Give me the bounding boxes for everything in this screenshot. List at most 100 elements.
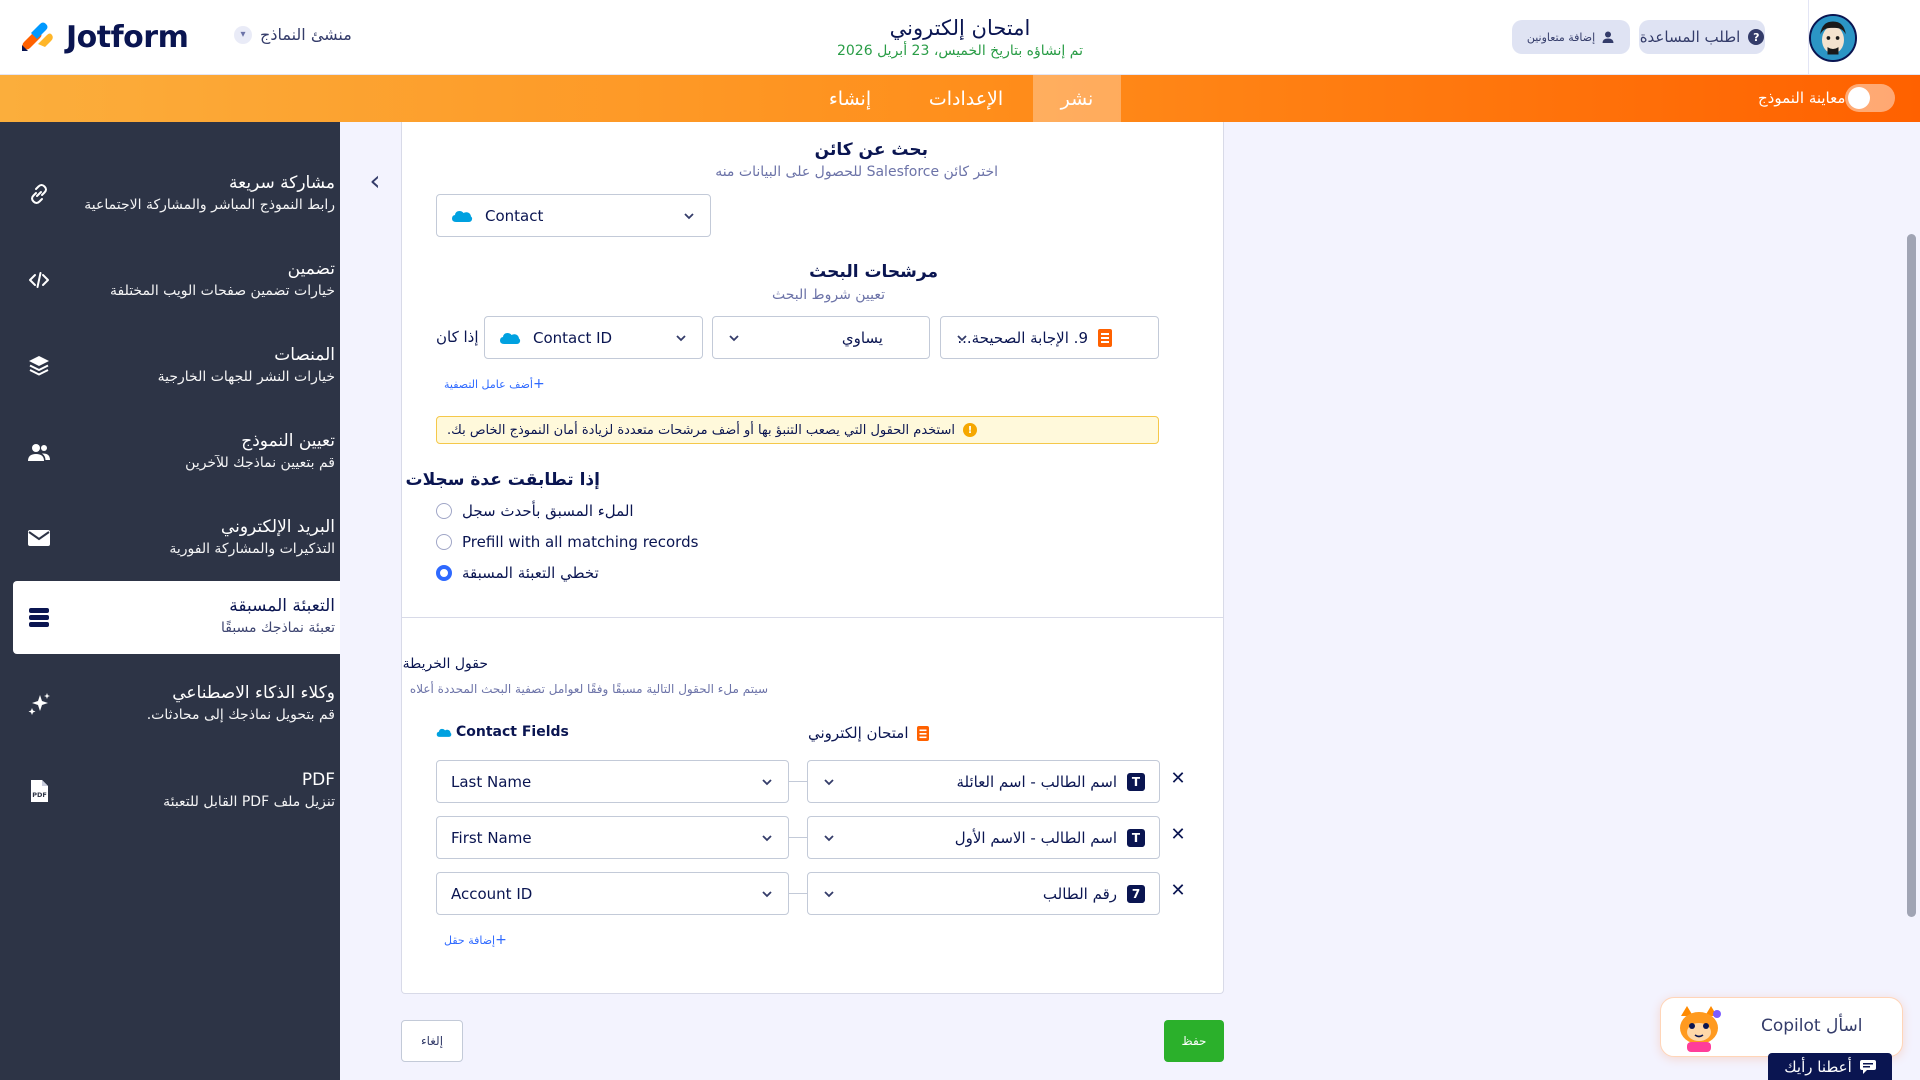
sidebar-item-text: وكلاء الذكاء الاصطناعي قم بتحويل نماذجك … [65,681,335,725]
radio-skip-prefill[interactable]: تخطي التعبئة المسبقة [436,564,599,582]
form-preview-toggle[interactable]: معاينة النموذج [1758,84,1905,112]
radio-button[interactable] [436,534,452,550]
text-field-type-icon: T [1127,828,1145,847]
map-row-3-form-field[interactable]: 7 رقم الطالب [807,872,1160,915]
chevron-down-icon: ▾ [234,25,252,44]
sidebar-item-ai-agents[interactable]: وكلاء الذكاء الاصطناعي قم بتحويل نماذجك … [13,668,340,741]
form-title-area: امتحان إلكتروني تم إنشاؤه بتاريخ الخميس،… [760,14,1160,60]
sidebar-item-platforms[interactable]: المنصات خيارات النشر للجهات الخارجية [13,330,340,403]
form-fields-label: امتحان إلكتروني [808,724,909,742]
chevron-down-icon [729,335,739,342]
chevron-down-icon [762,891,772,898]
security-warning-text: استخدم الحقول التي يصعب التنبؤ بها أو أض… [447,422,955,438]
form-title[interactable]: امتحان إلكتروني [760,14,1160,42]
form-field-value: اسم الطالب - اسم العائلة [956,772,1117,791]
map-row-1-form-field[interactable]: T اسم الطالب - اسم العائلة [807,760,1160,803]
radio-label: تخطي التعبئة المسبقة [462,564,599,582]
link-icon [31,184,47,204]
map-fields-subtitle: سيتم ملء الحقول التالية مسبقًا وفقًا لعو… [409,682,768,696]
filter-salesforce-field-select[interactable]: Contact ID [484,316,703,359]
search-object-title: بحث عن كائن [814,140,928,160]
avatar[interactable] [1809,14,1857,62]
salesforce-object-select[interactable]: Contact [436,194,711,237]
map-connector-line [789,781,807,782]
number-field-type-icon: 7 [1127,884,1145,903]
mail-icon [28,530,50,546]
builder-menu[interactable]: منشئ النماذج ▾ [234,25,352,44]
filter-operator-select[interactable]: يساوي [712,316,930,359]
map-connector-line [789,893,807,894]
add-field-link[interactable]: + إضافة حقل [444,932,513,948]
chevron-down-icon [762,835,772,842]
add-filter-link[interactable]: + أضف عامل التصفية [444,376,551,392]
sidebar-item-title: التعبئة المسبقة [229,596,335,616]
sidebar-item-title: وكلاء الذكاء الاصطناعي [172,683,335,703]
sidebar-item-text: تعيين النموذج قم بتعيين نماذجك للآخرين [65,429,335,473]
pdf-icon: PDF [31,780,48,802]
sidebar-item-email[interactable]: البريد الإلكتروني التذكيرات والمشاركة ال… [13,502,340,575]
get-help-button[interactable]: ? اطلب المساعدة [1639,20,1765,54]
tab-settings[interactable]: الإعدادات [912,75,1020,122]
sidebar-item-text: PDF تنزيل ملف PDF القابل للتعبئة [65,768,335,812]
give-feedback-button[interactable]: أعطنا رأيك [1768,1053,1892,1080]
chevron-down-icon [824,835,834,842]
chevron-down-icon [824,891,834,898]
if-is-label: إذا كان [436,328,479,346]
radio-label: الملء المسبق بأحدث سجل [462,502,634,520]
remove-mapping-close-icon[interactable]: ✕ [1168,768,1188,789]
sidebar-item-text: تضمين خيارات تضمين صفحات الويب المختلفة [65,257,335,301]
sidebar-item-text: البريد الإلكتروني التذكيرات والمشاركة ال… [65,515,335,559]
radio-prefill-latest[interactable]: الملء المسبق بأحدث سجل [436,502,634,520]
tab-build[interactable]: إنشاء [808,75,892,122]
main-navigation: إنشاء الإعدادات نشر معاينة النموذج [0,75,1920,122]
sidebar-item-title: مشاركة سريعة [229,173,335,193]
map-row-1-salesforce-field[interactable]: Last Name [436,760,789,803]
preview-toggle-switch[interactable] [1845,84,1896,112]
sidebar-item-assign-form[interactable]: تعيين النموذج قم بتعيين نماذجك للآخرين [13,416,340,489]
form-doc-icon [916,725,929,741]
chevron-down-icon [676,335,686,342]
sidebar-item-subtitle: خيارات النشر للجهات الخارجية [157,369,335,385]
sidebar-item-subtitle: قم بتحويل نماذجك إلى محادثات. [146,707,335,723]
ask-copilot-button[interactable]: اسأل Copilot [1660,997,1903,1057]
page-scrollbar[interactable] [1907,234,1916,917]
sidebar-item-embed[interactable]: تضمين خيارات تضمين صفحات الويب المختلفة [13,244,340,317]
avatar-illustration-icon [1811,16,1855,60]
collapse-panel-chevron-icon[interactable]: ‹ [360,164,390,197]
code-icon [29,272,49,288]
contact-fields-label: Contact Fields [456,724,569,740]
sidebar-item-quick-share[interactable]: مشاركة سريعة رابط النموذج المباشر والمشا… [13,158,340,231]
text-field-type-icon: T [1127,772,1145,791]
radio-button[interactable] [436,503,452,519]
salesforce-field-value: Account ID [451,884,533,903]
tab-publish[interactable]: نشر [1033,75,1121,122]
chevron-down-icon [824,779,834,786]
jotform-logo[interactable]: Jotform [20,17,189,57]
map-row-3-salesforce-field[interactable]: Account ID [436,872,789,915]
map-row-2-form-field[interactable]: T اسم الطالب - الاسم الأول [807,816,1160,859]
add-filter-label: أضف عامل التصفية [444,377,533,391]
sidebar-item-title: PDF [301,770,335,790]
add-field-label: إضافة حقل [444,933,496,947]
filter-operator-value: يساوي [841,328,883,347]
sidebar-item-subtitle: تعبئة نماذجك مسبقًا [220,620,335,636]
database-icon [29,608,49,627]
search-object-subtitle: اختر كائن Salesforce للحصول على البيانات… [715,164,998,180]
cancel-button[interactable]: إلغاء [401,1020,463,1062]
sidebar-item-subtitle: تنزيل ملف PDF القابل للتعبئة [163,794,335,810]
remove-mapping-close-icon[interactable]: ✕ [1168,824,1188,845]
radio-button-checked[interactable] [436,565,452,581]
map-fields-title: حقول الخريطة [402,656,488,672]
filter-form-field-select[interactable]: 9. الإجابة الصحيحة... [940,316,1159,359]
remove-mapping-close-icon[interactable]: ✕ [1168,880,1188,901]
top-header: Jotform منشئ النماذج ▾ امتحان إلكتروني ت… [0,0,1920,75]
save-button[interactable]: حفظ [1164,1020,1224,1062]
sidebar-item-prefill[interactable]: التعبئة المسبقة تعبئة نماذجك مسبقًا [13,581,340,654]
contact-fields-header: Contact Fields [436,724,569,740]
map-row-2-salesforce-field[interactable]: First Name [436,816,789,859]
filter-form-field-value: 9. الإجابة الصحيحة... [957,328,1088,347]
add-collaborators-button[interactable]: إضافة متعاونين [1512,20,1630,54]
sidebar-item-subtitle: قم بتعيين نماذجك للآخرين [185,455,335,471]
radio-prefill-all[interactable]: Prefill with all matching records [436,533,698,551]
sidebar-item-pdf[interactable]: PDF PDF تنزيل ملف PDF القابل للتعبئة [13,755,340,828]
